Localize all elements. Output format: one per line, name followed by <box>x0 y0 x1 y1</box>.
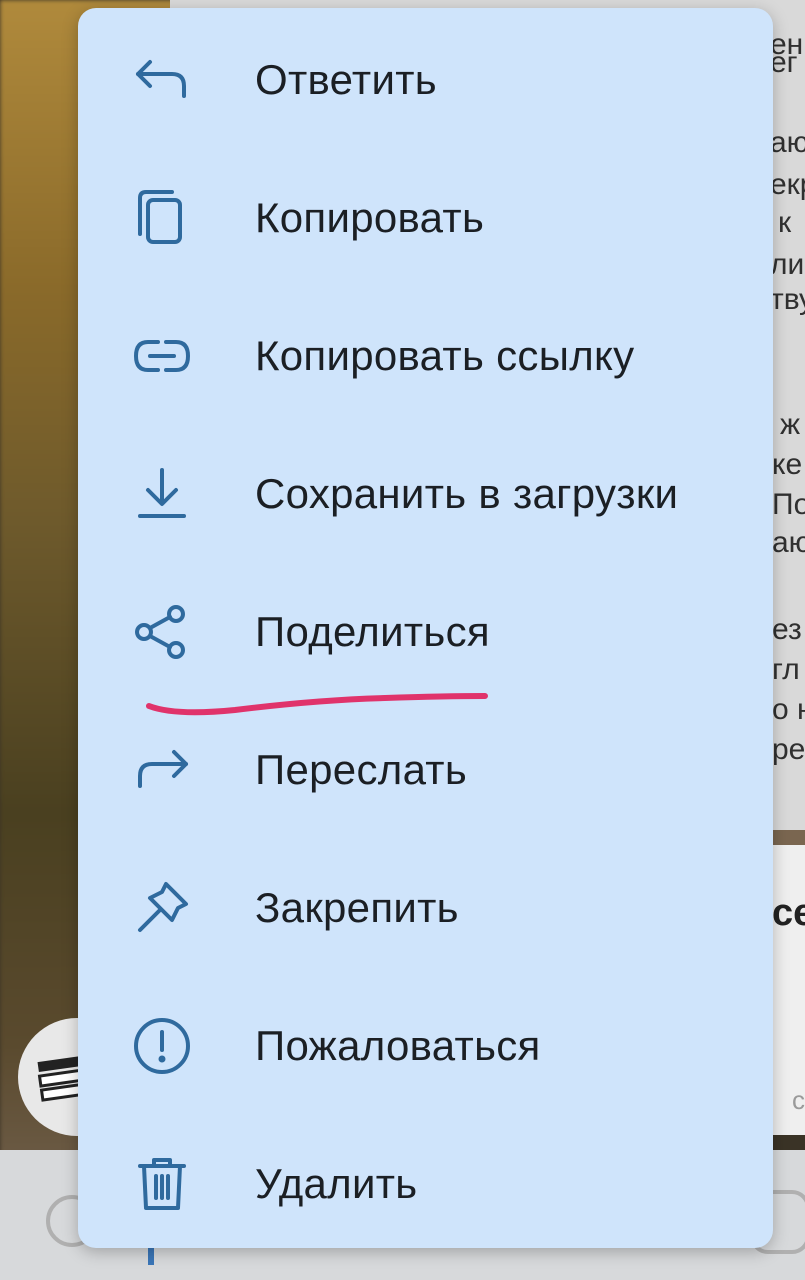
menu-item-report[interactable]: Пожаловаться <box>78 977 773 1115</box>
reply-icon <box>130 48 194 112</box>
menu-item-label: Копировать ссылку <box>255 332 635 379</box>
background-text-fragment: ке <box>772 450 803 480</box>
context-menu: Ответить Копировать Копировать ссылку Со… <box>78 8 773 1248</box>
background-text-fragment: По <box>772 490 805 520</box>
menu-item-reply[interactable]: Ответить <box>78 11 773 149</box>
trash-icon <box>130 1152 194 1216</box>
menu-item-label: Сохранить в загрузки <box>255 470 679 517</box>
menu-item-label: Копировать <box>255 194 485 241</box>
copy-icon <box>130 186 194 250</box>
menu-item-save-to-downloads[interactable]: Сохранить в загрузки <box>78 425 773 563</box>
share-icon <box>130 600 194 664</box>
background-text-fragment: ег <box>770 48 798 78</box>
background-text-fragment: екр <box>770 170 805 200</box>
menu-item-copy-link[interactable]: Копировать ссылку <box>78 287 773 425</box>
menu-item-label: Ответить <box>255 56 437 103</box>
report-icon <box>130 1014 194 1078</box>
background-text-fragment: тву <box>770 285 805 315</box>
menu-item-label: Удалить <box>255 1160 418 1207</box>
menu-item-label: Пожаловаться <box>255 1022 541 1069</box>
menu-item-label: Поделиться <box>255 608 490 655</box>
background-text-fragment: к <box>778 208 792 238</box>
background-text-fragment: аю <box>770 128 805 158</box>
background-text-fragment: гл <box>772 655 800 685</box>
menu-item-copy[interactable]: Копировать <box>78 149 773 287</box>
menu-item-label: Закрепить <box>255 884 459 931</box>
background-text-fragment: ез <box>772 615 802 645</box>
pin-icon <box>130 876 194 940</box>
menu-item-forward[interactable]: Переслать <box>78 701 773 839</box>
menu-item-share[interactable]: Поделиться <box>78 563 773 701</box>
link-icon <box>130 324 194 388</box>
menu-item-delete[interactable]: Удалить <box>78 1115 773 1253</box>
annotation-underline <box>146 693 488 716</box>
background-card-text: се <box>772 892 805 934</box>
menu-item-pin[interactable]: Закрепить <box>78 839 773 977</box>
background-text-fragment: ре <box>772 735 805 765</box>
background-text-fragment: ли <box>770 250 805 280</box>
download-icon <box>130 462 194 526</box>
forward-icon <box>130 738 194 802</box>
background-text-fragment: о н <box>772 695 805 725</box>
background-text-fragment: ж <box>780 410 801 440</box>
background-text-fragment: аю <box>772 528 805 558</box>
menu-item-label: Переслать <box>255 746 468 793</box>
background-card-small: с <box>792 1085 805 1115</box>
